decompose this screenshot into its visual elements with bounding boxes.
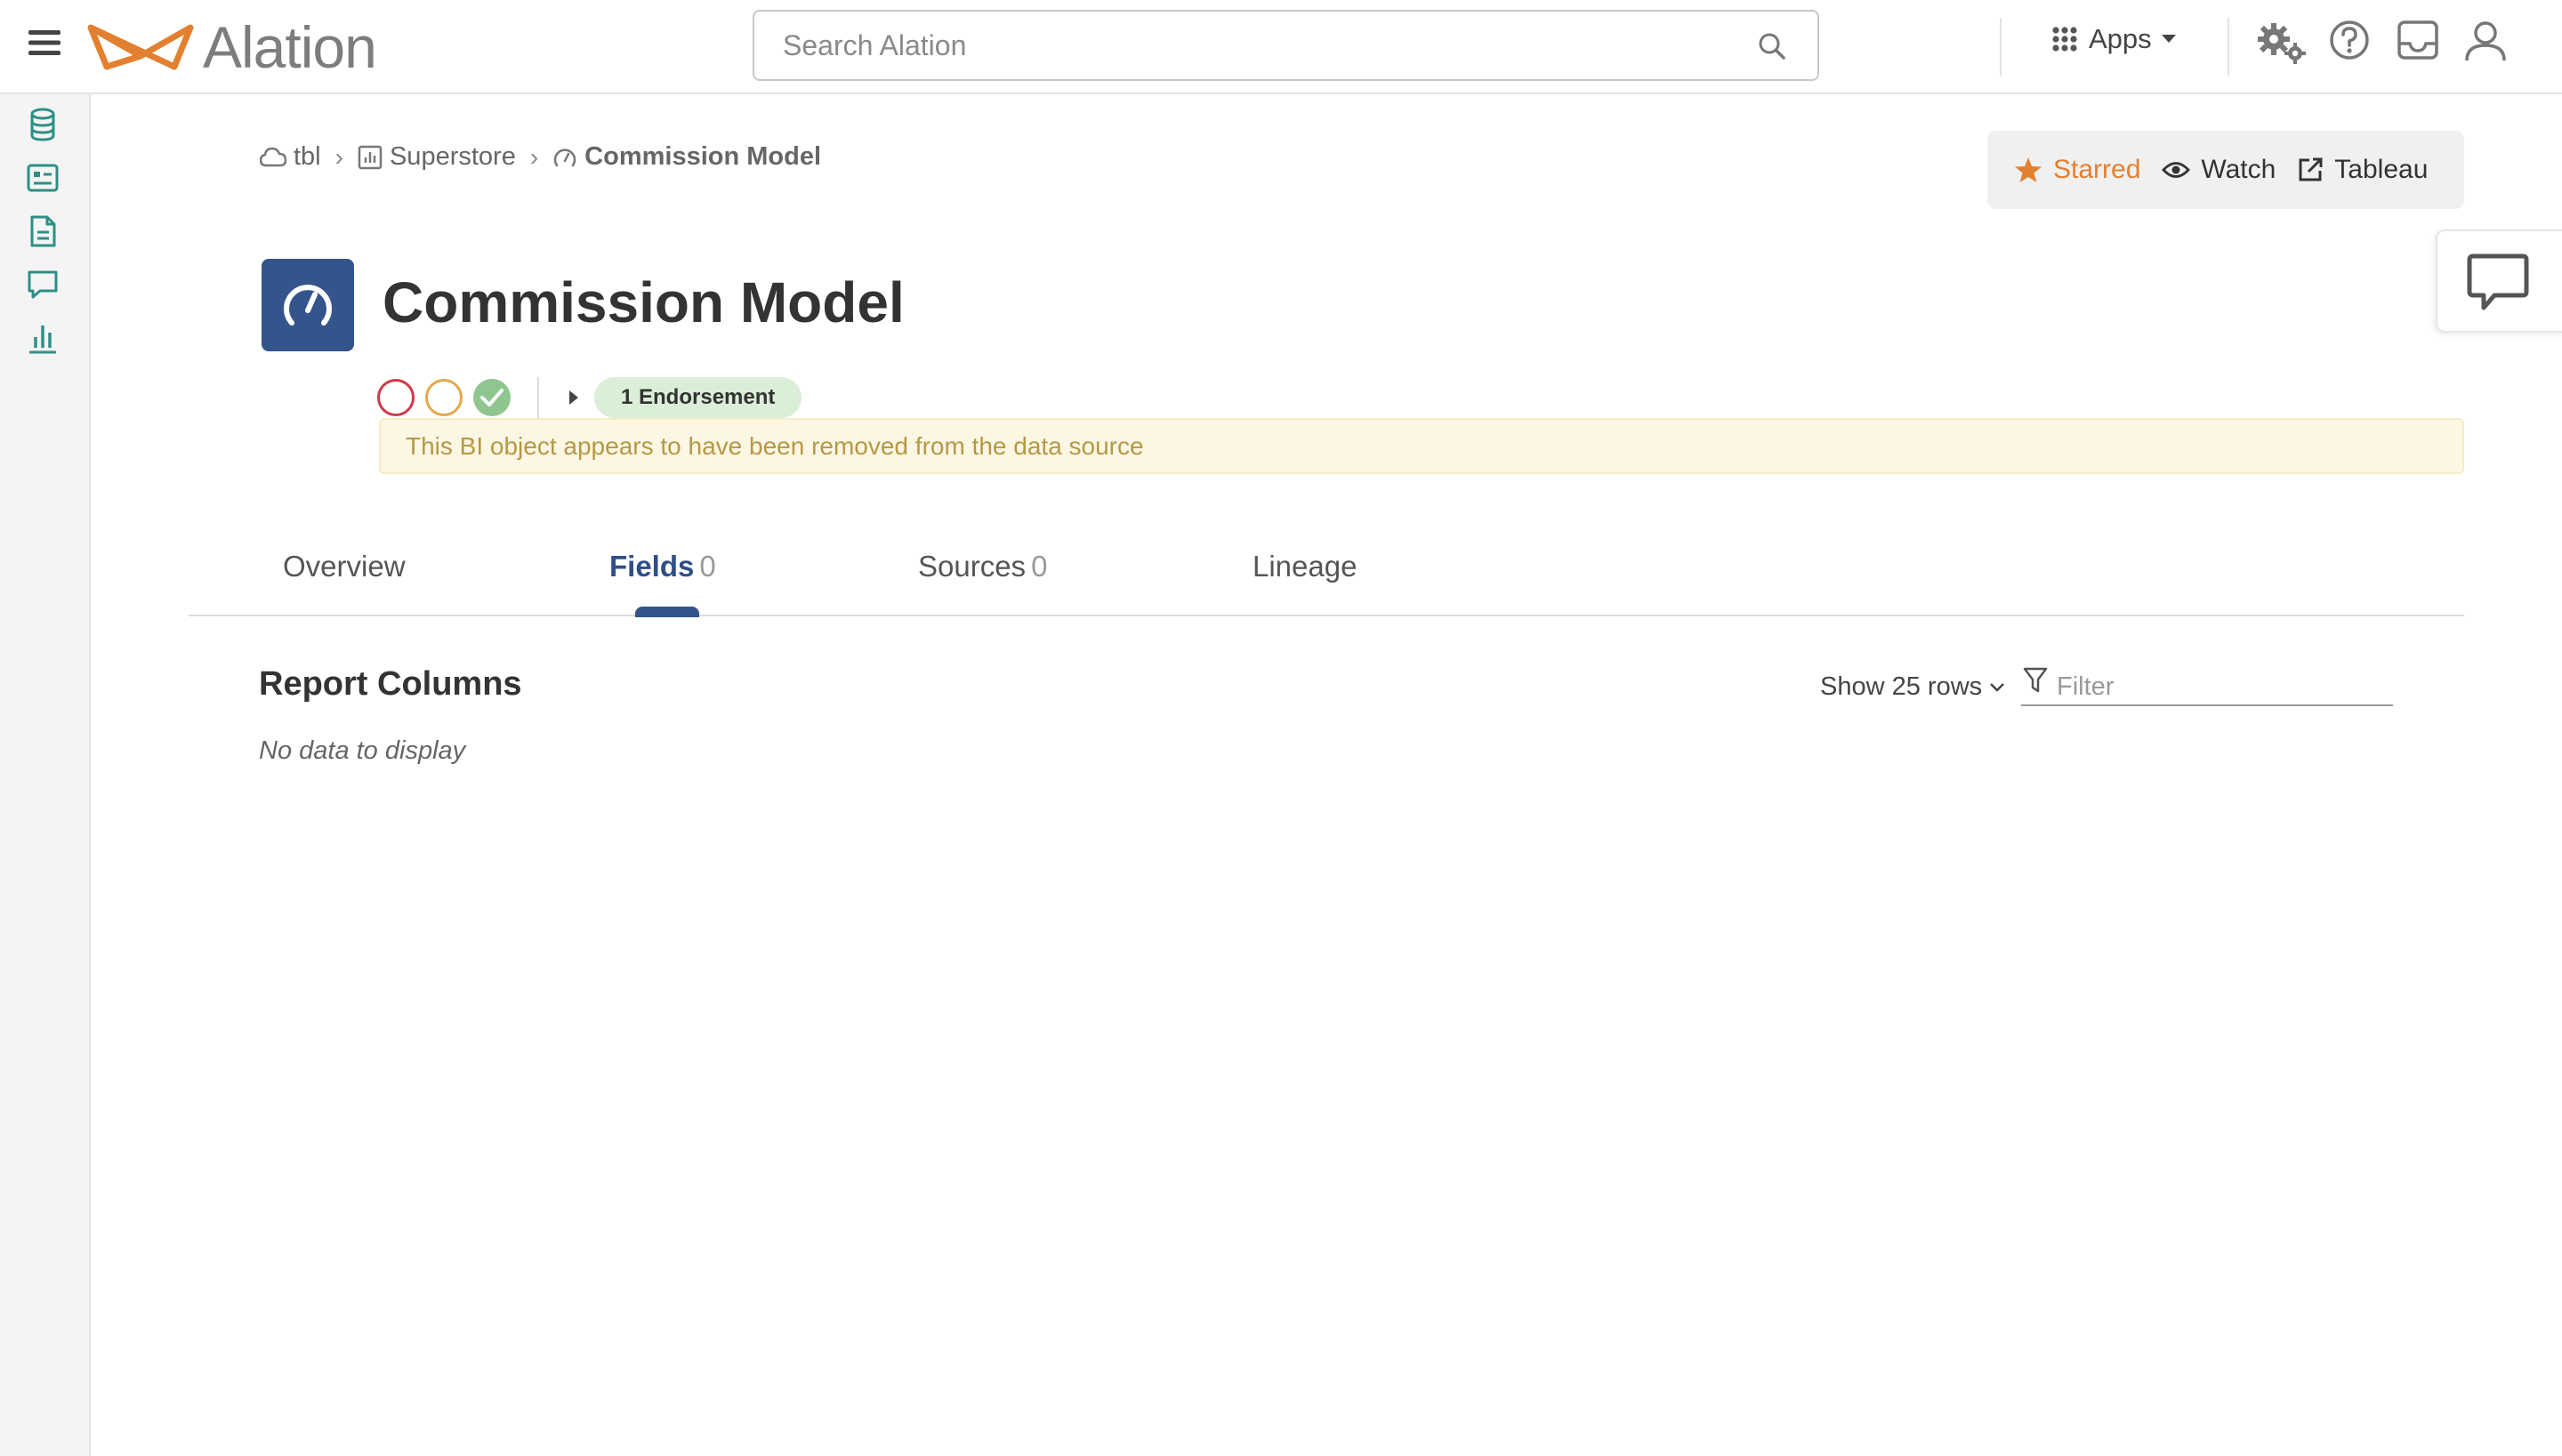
filter-field: [2021, 665, 2393, 706]
apps-menu-button[interactable]: Apps: [2051, 23, 2177, 55]
glossary-catalog-icon[interactable]: [26, 161, 60, 195]
cloud-icon: [260, 147, 286, 166]
workbook-icon: [358, 145, 383, 169]
conversation-side-tab[interactable]: [2436, 229, 2562, 333]
tableau-label: Tableau: [2334, 155, 2429, 184]
breadcrumb-separator-icon: ›: [334, 142, 343, 171]
apps-grid-icon: [2052, 27, 2077, 52]
tab-label: Fields: [609, 550, 695, 583]
tab-count: 0: [1031, 550, 1048, 583]
left-sidebar: [0, 94, 91, 1456]
section-title: Report Columns: [259, 665, 522, 703]
help-icon[interactable]: [2329, 20, 2370, 60]
tab-label: Overview: [283, 550, 406, 583]
watch-button[interactable]: Watch: [2162, 155, 2276, 185]
dashboard-gauge-icon: [284, 285, 332, 326]
settings-gears-icon[interactable]: [2258, 20, 2306, 64]
hamburger-menu-icon[interactable]: [27, 27, 62, 59]
empty-state-text: No data to display: [259, 736, 466, 765]
alation-logo-icon: [87, 24, 194, 70]
rows-per-page-select[interactable]: Show 25 rows: [1820, 672, 2005, 702]
dashboard-gauge-icon: [553, 148, 576, 166]
object-tabs: Overview Fields 0 Sources 0 Lineage: [189, 534, 2464, 617]
tab-fields[interactable]: Fields 0: [609, 550, 716, 583]
search-icon[interactable]: [1757, 31, 1787, 61]
object-action-bar: Starred Watch Tableau: [1987, 131, 2464, 209]
removed-object-alert: This BI object appears to have been remo…: [379, 418, 2464, 474]
trust-flags: 1 Endorsement: [377, 377, 802, 418]
breadcrumb-item-tbl[interactable]: tbl: [260, 142, 321, 172]
breadcrumb-item-superstore[interactable]: Superstore: [358, 142, 516, 172]
breadcrumb-separator-icon: ›: [529, 142, 539, 171]
external-link-icon: [2299, 157, 2323, 181]
dashboard-object-icon: [262, 259, 354, 351]
tab-lineage[interactable]: Lineage: [1253, 550, 1357, 583]
logo-wordmark: Alation: [203, 14, 377, 80]
breadcrumb-item-current: Commission Model: [552, 142, 821, 172]
caret-down-icon: [2161, 35, 2176, 43]
tab-overview[interactable]: Overview: [283, 550, 406, 583]
starred-button[interactable]: Starred: [2014, 155, 2140, 185]
flag-divider: [537, 377, 539, 418]
articles-document-icon[interactable]: [26, 214, 60, 248]
tab-label: Sources: [918, 550, 1027, 583]
open-in-tableau-button[interactable]: Tableau: [2297, 155, 2428, 185]
inbox-icon[interactable]: [2397, 20, 2439, 60]
watch-label: Watch: [2201, 155, 2276, 184]
breadcrumb-label: Commission Model: [584, 142, 822, 171]
global-search: [753, 10, 1819, 81]
chat-bubble-icon: [2467, 253, 2529, 310]
tab-sources[interactable]: Sources 0: [918, 550, 1047, 583]
alation-logo[interactable]: Alation: [85, 14, 377, 80]
breadcrumb-label: Superstore: [389, 142, 516, 171]
deprecation-flag-button[interactable]: [377, 379, 415, 416]
analytics-bar-chart-icon[interactable]: [26, 321, 60, 355]
page-title: Commission Model: [383, 270, 905, 334]
chevron-down-icon: [1990, 682, 2005, 692]
active-tab-indicator: [635, 607, 699, 617]
data-sources-database-icon[interactable]: [26, 108, 60, 141]
filter-input[interactable]: [2057, 669, 2386, 704]
eye-icon: [2162, 162, 2191, 178]
tab-label: Lineage: [1253, 550, 1358, 583]
expand-caret-right-icon[interactable]: [568, 389, 580, 406]
user-profile-icon[interactable]: [2464, 20, 2507, 62]
header-divider: [2228, 18, 2229, 76]
star-icon: [2015, 157, 2042, 182]
rows-per-page-label: Show 25 rows: [1820, 672, 1983, 701]
warning-flag-button[interactable]: [425, 379, 463, 416]
tab-count: 0: [699, 550, 716, 583]
apps-label: Apps: [2089, 23, 2152, 54]
endorsement-flag-button[interactable]: [473, 379, 511, 416]
search-input[interactable]: [754, 12, 1733, 79]
breadcrumb: tbl › Superstore › Commission Model: [260, 142, 821, 172]
check-icon: [480, 389, 504, 406]
conversations-chat-icon[interactable]: [26, 268, 60, 302]
filter-funnel-icon: [2023, 667, 2048, 693]
top-navigation-bar: Alation Apps: [0, 0, 2562, 94]
header-divider: [2000, 18, 2002, 76]
breadcrumb-label: tbl: [294, 142, 321, 171]
endorsement-badge[interactable]: 1 Endorsement: [594, 377, 802, 418]
starred-label: Starred: [2053, 155, 2141, 184]
